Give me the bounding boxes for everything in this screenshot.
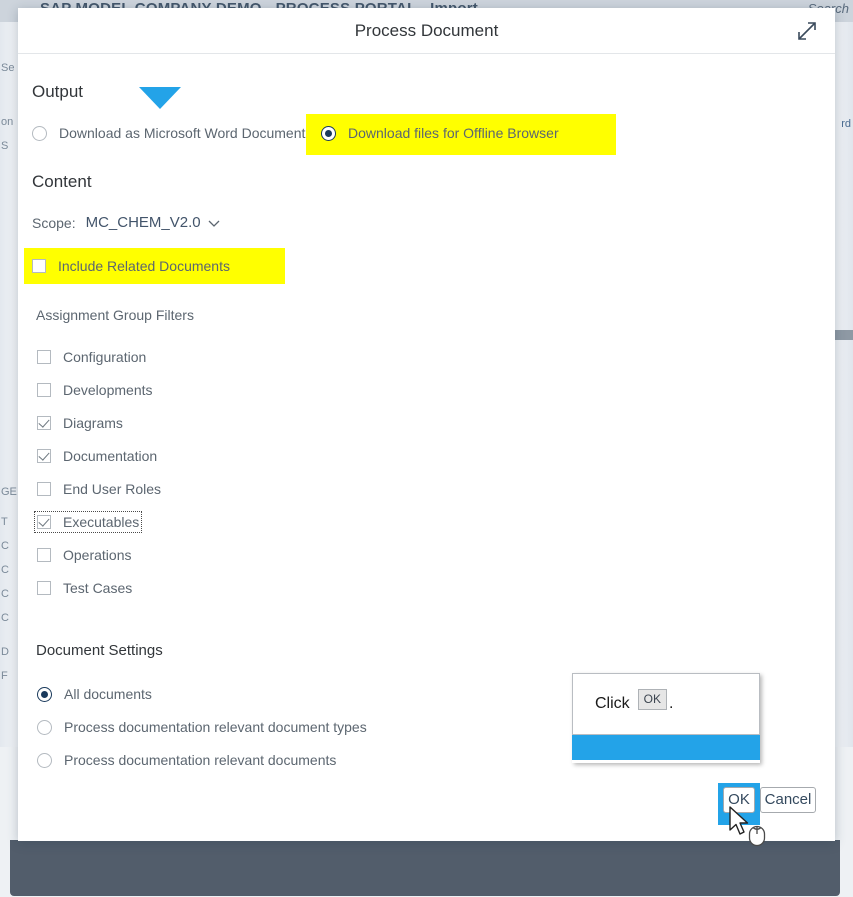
checkbox-label: Include Related Documents (58, 258, 230, 274)
radio-indicator (37, 752, 52, 768)
background-fragment: GE (1, 486, 17, 498)
scope-label: Scope: (32, 214, 76, 231)
instruction-callout: Click OK . (572, 673, 760, 763)
background-fragment: C (1, 588, 9, 600)
checkbox-label: End User Roles (63, 481, 162, 497)
checkbox-focus-wrap: End User Roles (37, 481, 161, 497)
checkbox-label: Developments (63, 382, 153, 398)
background-fragment: on (1, 116, 14, 128)
radio-label: Download files for Offline Browser (348, 125, 559, 141)
dialog-header: Process Document (18, 8, 835, 54)
checkbox-indicator (37, 515, 51, 529)
radio-label: Download as Microsoft Word Document (59, 125, 306, 141)
checkbox-documentation[interactable]: Documentation (37, 448, 157, 464)
checkbox-end-user-roles[interactable]: End User Roles (37, 481, 161, 497)
checkbox-operations[interactable]: Operations (37, 547, 131, 563)
checkbox-indicator (37, 416, 51, 430)
checkbox-label: Test Cases (63, 580, 133, 596)
footer-bar (10, 840, 840, 896)
checkbox-diagrams[interactable]: Diagrams (37, 415, 123, 431)
checkbox-label: Documentation (63, 448, 158, 464)
background-fragment: S (1, 140, 9, 152)
background-fragment: T (1, 516, 8, 528)
output-heading: Output (32, 82, 84, 101)
radio-relevant-documents[interactable]: Process documentation relevant documents (37, 752, 336, 768)
radio-label: Process documentation relevant documents (64, 752, 337, 768)
callout-ok-chip: OK (637, 688, 668, 710)
scope-value: MC_CHEM_V2.0 (85, 214, 201, 231)
assignment-group-filters-heading: Assignment Group Filters (36, 307, 194, 323)
radio-label: All documents (64, 686, 152, 702)
checkbox-indicator (37, 350, 51, 364)
background-fragment: F (1, 670, 8, 682)
checkbox-indicator (37, 482, 51, 496)
content-heading: Content (32, 172, 92, 191)
background-fragment: D (1, 646, 9, 658)
radio-indicator (321, 125, 336, 141)
checkbox-developments[interactable]: Developments (37, 382, 153, 398)
expand-icon[interactable] (795, 19, 819, 43)
radio-indicator (37, 686, 52, 702)
checkbox-test-cases[interactable]: Test Cases (37, 580, 132, 596)
radio-download-offline-browser[interactable]: Download files for Offline Browser (321, 125, 559, 141)
checkbox-label: Operations (63, 547, 132, 563)
callout-body: Click OK . (572, 673, 760, 735)
checkbox-focus-wrap: Test Cases (37, 580, 132, 596)
checkbox-label: Diagrams (63, 415, 123, 431)
cancel-button[interactable]: Cancel (760, 787, 816, 813)
background-fragment: rd (841, 118, 851, 130)
checkbox-indicator (37, 449, 51, 463)
radio-indicator (32, 125, 47, 141)
checkbox-label: Executables (63, 514, 140, 530)
radio-relevant-document-types[interactable]: Process documentation relevant document … (37, 719, 367, 735)
radio-all-documents[interactable]: All documents (37, 686, 152, 702)
callout-text-suffix: . (669, 694, 674, 712)
radio-label: Process documentation relevant document … (64, 719, 367, 735)
background-fragment: C (1, 564, 9, 576)
radio-indicator (37, 719, 52, 735)
background-right-strip (833, 22, 853, 747)
background-right-band (833, 330, 853, 340)
radio-download-word[interactable]: Download as Microsoft Word Document (32, 125, 305, 141)
checkbox-focus-wrap: Executables (33, 511, 143, 533)
callout-pointer-arrow (139, 87, 181, 109)
checkbox-focus-wrap: Developments (37, 382, 153, 398)
callout-text-prefix: Click (595, 694, 630, 712)
checkbox-focus-wrap: Diagrams (37, 415, 123, 431)
scope-field[interactable]: Scope: MC_CHEM_V2.0 (32, 214, 221, 231)
background-left-strip (0, 22, 18, 747)
chevron-down-icon[interactable] (207, 216, 221, 230)
background-fragment: C (1, 540, 9, 552)
checkbox-indicator (37, 581, 51, 595)
checkbox-executables[interactable]: Executables (33, 511, 143, 533)
document-settings-heading: Document Settings (36, 642, 163, 659)
checkbox-configuration[interactable]: Configuration (37, 349, 146, 365)
checkbox-indicator (32, 259, 46, 273)
checkbox-label: Configuration (63, 349, 147, 365)
mouse-device-icon (747, 824, 767, 848)
checkbox-focus-wrap: Configuration (37, 349, 146, 365)
checkbox-indicator (37, 383, 51, 397)
background-fragment: Se (1, 62, 15, 74)
checkbox-focus-wrap: Documentation (37, 448, 157, 464)
checkbox-indicator (37, 548, 51, 562)
callout-accent-bar (572, 735, 760, 760)
dialog-title: Process Document (354, 21, 499, 40)
checkbox-focus-wrap: Operations (37, 547, 131, 563)
checkbox-include-related-documents[interactable]: Include Related Documents (32, 258, 230, 274)
background-fragment: C (1, 612, 9, 624)
callout-text: Click OK . (595, 688, 674, 715)
